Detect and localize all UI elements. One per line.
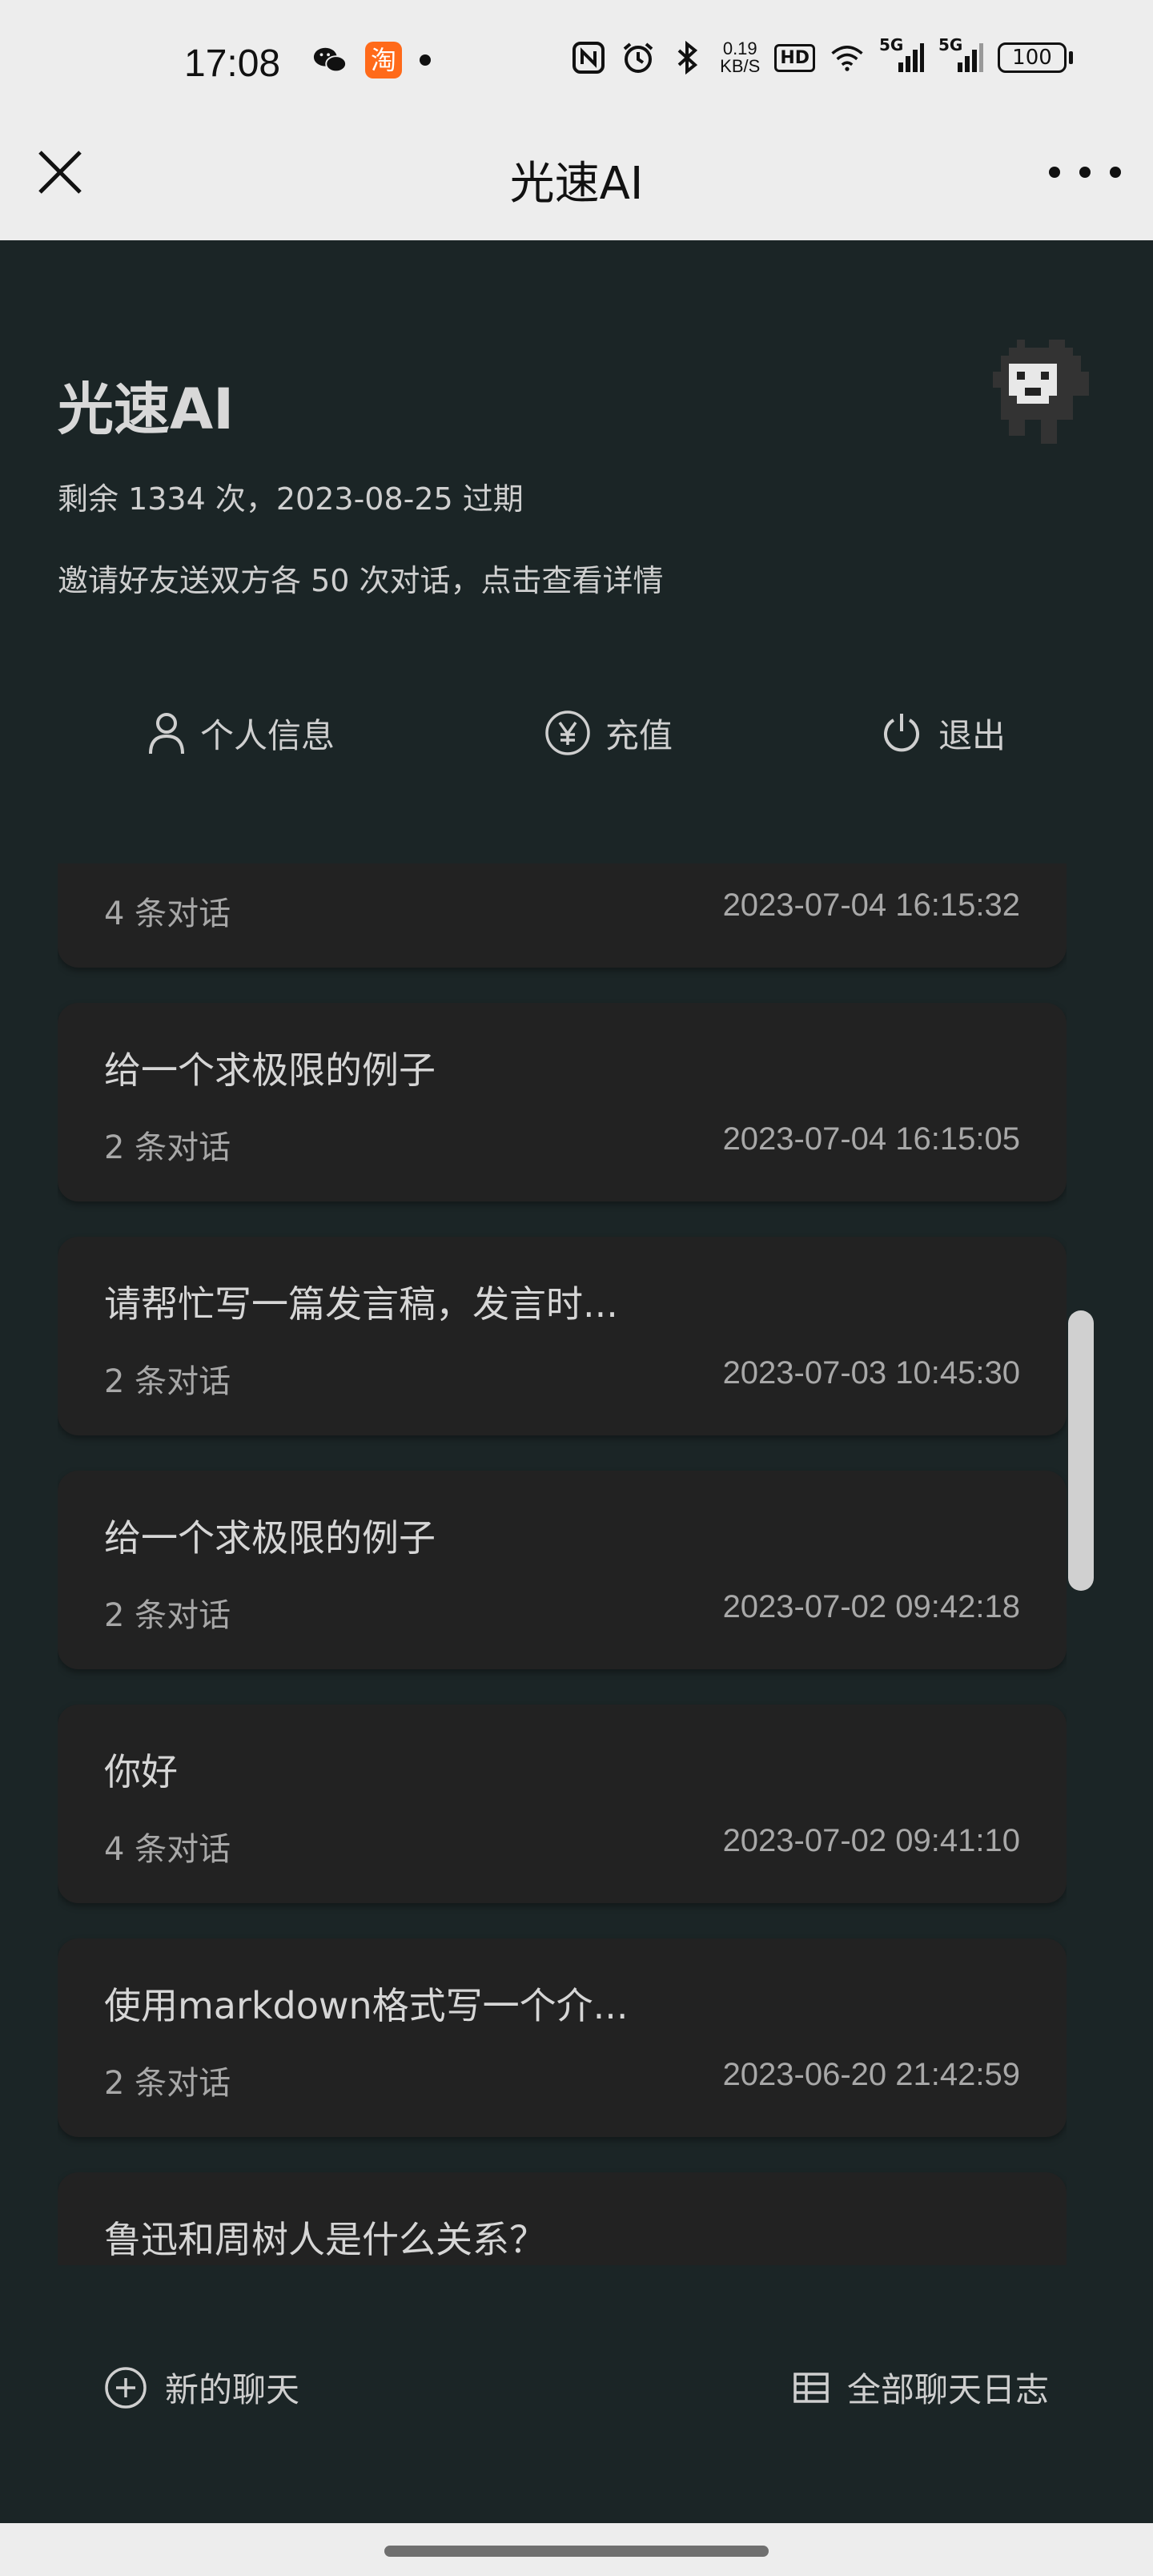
chat-list[interactable]: 4 条对话 2023-07-04 16:15:32 给一个求极限的例子 2 条对…: [58, 863, 1067, 2265]
chat-date: 2023-07-02 09:41:10: [722, 1823, 1020, 1858]
all-chat-logs-button[interactable]: 全部聊天日志: [793, 2363, 1049, 2412]
nfc-icon: [571, 40, 606, 75]
table-icon: [793, 2372, 829, 2403]
app-name: 光速AI: [58, 376, 235, 442]
recharge-label: 充值: [605, 715, 673, 755]
signal-label: 5G: [879, 35, 904, 54]
signal-icon: 5G: [879, 35, 924, 75]
title-bar: 光速AI: [0, 120, 1153, 240]
avatar[interactable]: [993, 332, 1089, 452]
chat-count: 2 条对话: [104, 1597, 231, 1634]
page-title: 光速AI: [509, 158, 644, 210]
chat-count: 2 条对话: [104, 2065, 231, 2102]
wifi-icon: [830, 40, 865, 75]
chat-date: 2023-06-20 21:42:59: [722, 2057, 1020, 2092]
alarm-icon: [621, 40, 656, 75]
status-bar: 17:08 淘 0.19 KB/S HD 5G 5G 100: [0, 0, 1153, 120]
chat-title: 你好: [104, 1750, 178, 1793]
account-actions: 个人信息 充值 退出: [0, 705, 1153, 761]
chat-title: 请帮忙写一篇发言稿，发言时...: [104, 1282, 618, 1326]
chat-title: 给一个求极限的例子: [104, 1516, 436, 1560]
net-speed-unit: KB/S: [720, 56, 761, 76]
invite-link[interactable]: 邀请好友送双方各 50 次对话，点击查看详情: [58, 556, 664, 600]
new-chat-button[interactable]: 新的聊天: [104, 2363, 299, 2412]
chat-item[interactable]: 你好 4 条对话 2023-07-02 09:41:10: [58, 1705, 1067, 1903]
chat-date: 2023-07-04 16:15:05: [722, 1121, 1020, 1157]
new-chat-label: 新的聊天: [165, 2370, 300, 2409]
chat-date: 2023-07-03 10:45:30: [722, 1355, 1020, 1391]
home-indicator[interactable]: [384, 2546, 769, 2557]
page: 17:08 淘 0.19 KB/S HD 5G 5G 100 光速AI 光速AI…: [0, 0, 1153, 2576]
signal-icon: 5G: [938, 35, 983, 75]
chat-item[interactable]: 鲁迅和周树人是什么关系？: [58, 2172, 1067, 2265]
plus-circle-icon: [105, 2366, 147, 2409]
hd-badge: HD: [774, 43, 815, 72]
chat-date: 2023-07-02 09:42:18: [722, 1589, 1020, 1624]
all-chat-logs-label: 全部聊天日志: [846, 2370, 1049, 2409]
chat-title: 鲁迅和周树人是什么关系？: [104, 2218, 546, 2261]
battery-icon: 100: [998, 42, 1073, 73]
chat-date: 2023-07-04 16:15:32: [722, 888, 1020, 923]
taobao-icon: 淘: [365, 42, 402, 78]
user-icon: [149, 713, 184, 755]
chat-title: 使用markdown格式写一个介...: [104, 1984, 629, 2027]
notification-dot-icon: [420, 54, 431, 66]
footer: 新的聊天 全部聊天日志: [0, 2339, 1153, 2451]
chat-item[interactable]: 使用markdown格式写一个介... 2 条对话 2023-06-20 21:…: [58, 1938, 1067, 2137]
chat-count: 2 条对话: [104, 1363, 231, 1400]
logout-button[interactable]: 退出: [879, 705, 1006, 761]
remaining-quota: 剩余 1334 次，2023-08-25 过期: [58, 481, 524, 517]
logout-label: 退出: [938, 715, 1006, 755]
profile-label: 个人信息: [200, 715, 335, 755]
chat-item[interactable]: 请帮忙写一篇发言稿，发言时... 2 条对话 2023-07-03 10:45:…: [58, 1237, 1067, 1435]
net-speed: 0.19 KB/S: [720, 40, 760, 75]
signal-label: 5G: [938, 35, 963, 54]
chat-count: 2 条对话: [104, 1129, 231, 1166]
more-icon: [1049, 167, 1060, 178]
chat-item[interactable]: 4 条对话 2023-07-04 16:15:32: [58, 863, 1067, 968]
chat-count: 4 条对话: [104, 896, 231, 932]
list-scrollbar[interactable]: [1068, 1310, 1094, 1591]
more-button[interactable]: [1049, 144, 1121, 200]
chat-item[interactable]: 给一个求极限的例子 2 条对话 2023-07-04 16:15:05: [58, 1003, 1067, 1201]
ghost-avatar-icon: [993, 340, 1089, 444]
yen-circle-icon: [545, 710, 590, 755]
wechat-icon: [312, 42, 348, 78]
chat-count: 4 条对话: [104, 1831, 231, 1868]
status-right-icons: 0.19 KB/S HD 5G 5G 100: [571, 35, 1073, 75]
bluetooth-icon: [670, 40, 705, 75]
battery-level: 100: [998, 42, 1067, 73]
chat-item[interactable]: 给一个求极限的例子 2 条对话 2023-07-02 09:42:18: [58, 1471, 1067, 1669]
status-left-icons: 淘: [312, 42, 431, 78]
power-icon: [884, 714, 919, 752]
profile-button[interactable]: 个人信息: [147, 705, 335, 761]
chat-title: 给一个求极限的例子: [104, 1049, 436, 1092]
recharge-button[interactable]: 充值: [544, 705, 673, 761]
system-nav-bar: [0, 2523, 1153, 2576]
status-time: 17:08: [184, 42, 281, 85]
